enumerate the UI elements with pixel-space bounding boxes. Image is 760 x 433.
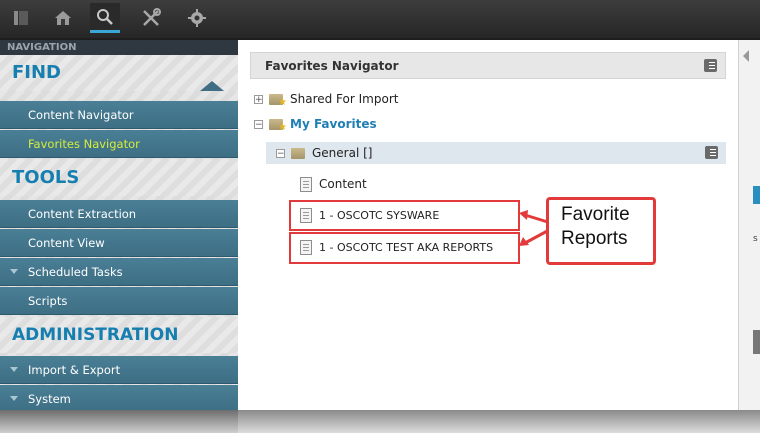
collapse-minus-icon[interactable]: − xyxy=(276,148,285,158)
sidebar-item-label: Favorites Navigator xyxy=(28,137,140,151)
sidebar-item-label: Scripts xyxy=(28,294,68,308)
administration-title-label: ADMINISTRATION xyxy=(12,325,179,345)
tree-node-label: Shared For Import xyxy=(290,92,399,106)
right-panel-letter: s xyxy=(753,234,758,244)
sidebar-item-label: Content View xyxy=(28,236,105,250)
expand-triangle-icon xyxy=(10,396,18,401)
highlight-box-report-2 xyxy=(289,232,520,264)
tree-node-label: My Favorites xyxy=(290,117,377,131)
favorite-folder-icon: ★ xyxy=(269,117,287,133)
tree-node-my-favorites[interactable]: − ★ My Favorites xyxy=(254,113,377,135)
find-title-label: FIND xyxy=(12,62,61,83)
annotation-line-2: Reports xyxy=(561,228,628,249)
sidebar-item-label: Scheduled Tasks xyxy=(28,265,123,279)
tree-node-content[interactable]: Content xyxy=(300,173,367,195)
sidebar-toggle-icon[interactable] xyxy=(6,3,36,33)
collapse-minus-icon[interactable]: − xyxy=(254,119,263,129)
sidebar-item-label: System xyxy=(28,392,71,406)
navigation-sidebar: NAVIGATION FIND Content Navigator Favori… xyxy=(0,40,238,413)
sidebar-item-scheduled-tasks[interactable]: Scheduled Tasks xyxy=(0,258,238,286)
favorite-folder-icon: ★ xyxy=(269,92,287,108)
sidebar-item-scripts[interactable]: Scripts xyxy=(0,287,238,315)
panel-title: Favorites Navigator xyxy=(265,59,399,73)
tree-node-general[interactable]: − General [] xyxy=(276,142,372,164)
node-menu-icon[interactable] xyxy=(705,146,718,159)
annotation-callout: Favorite Reports xyxy=(546,197,656,265)
top-toolbar xyxy=(0,0,760,40)
sidebar-item-label: Content Navigator xyxy=(28,108,134,122)
sidebar-item-label: Content Extraction xyxy=(28,207,137,221)
expand-plus-icon[interactable]: + xyxy=(254,94,263,104)
gear-icon[interactable] xyxy=(182,3,212,33)
expand-triangle-icon xyxy=(10,269,18,274)
section-pointer xyxy=(200,81,224,91)
folder-icon xyxy=(291,146,307,160)
panel-menu-icon[interactable] xyxy=(704,59,717,72)
highlight-box-report-1 xyxy=(289,200,520,231)
section-find-title: FIND xyxy=(0,55,238,91)
collapse-arrow-icon[interactable] xyxy=(743,50,749,62)
home-icon[interactable] xyxy=(48,3,78,33)
navigation-caption: NAVIGATION xyxy=(0,40,238,55)
sidebar-item-content-extraction[interactable]: Content Extraction xyxy=(0,200,238,228)
tools-icon[interactable] xyxy=(136,3,166,33)
tree-node-label: General [] xyxy=(312,146,373,160)
panel-header: Favorites Navigator xyxy=(250,52,726,79)
section-administration-title: ADMINISTRATION xyxy=(0,317,238,353)
tools-title-label: TOOLS xyxy=(12,167,80,188)
sidebar-item-label: Import & Export xyxy=(28,363,121,377)
right-panel-edge: s xyxy=(738,40,760,410)
tree-node-shared-for-import[interactable]: + ★ Shared For Import xyxy=(254,88,398,110)
main-footer xyxy=(238,410,760,433)
sidebar-item-content-navigator[interactable]: Content Navigator xyxy=(0,101,238,129)
annotation-line-1: Favorite xyxy=(561,204,630,225)
sidebar-item-favorites-navigator[interactable]: Favorites Navigator xyxy=(0,130,238,158)
right-panel-scroll[interactable] xyxy=(753,330,760,354)
sidebar-footer xyxy=(0,410,238,433)
tree-node-label: Content xyxy=(319,177,367,191)
sidebar-item-system[interactable]: System xyxy=(0,385,238,413)
document-icon xyxy=(300,176,312,192)
section-tools-title: TOOLS xyxy=(0,160,238,196)
sidebar-item-content-view[interactable]: Content View xyxy=(0,229,238,257)
search-icon[interactable] xyxy=(90,3,120,33)
sidebar-item-import-export[interactable]: Import & Export xyxy=(0,356,238,384)
right-panel-button[interactable] xyxy=(753,186,760,204)
expand-triangle-icon xyxy=(10,367,18,372)
